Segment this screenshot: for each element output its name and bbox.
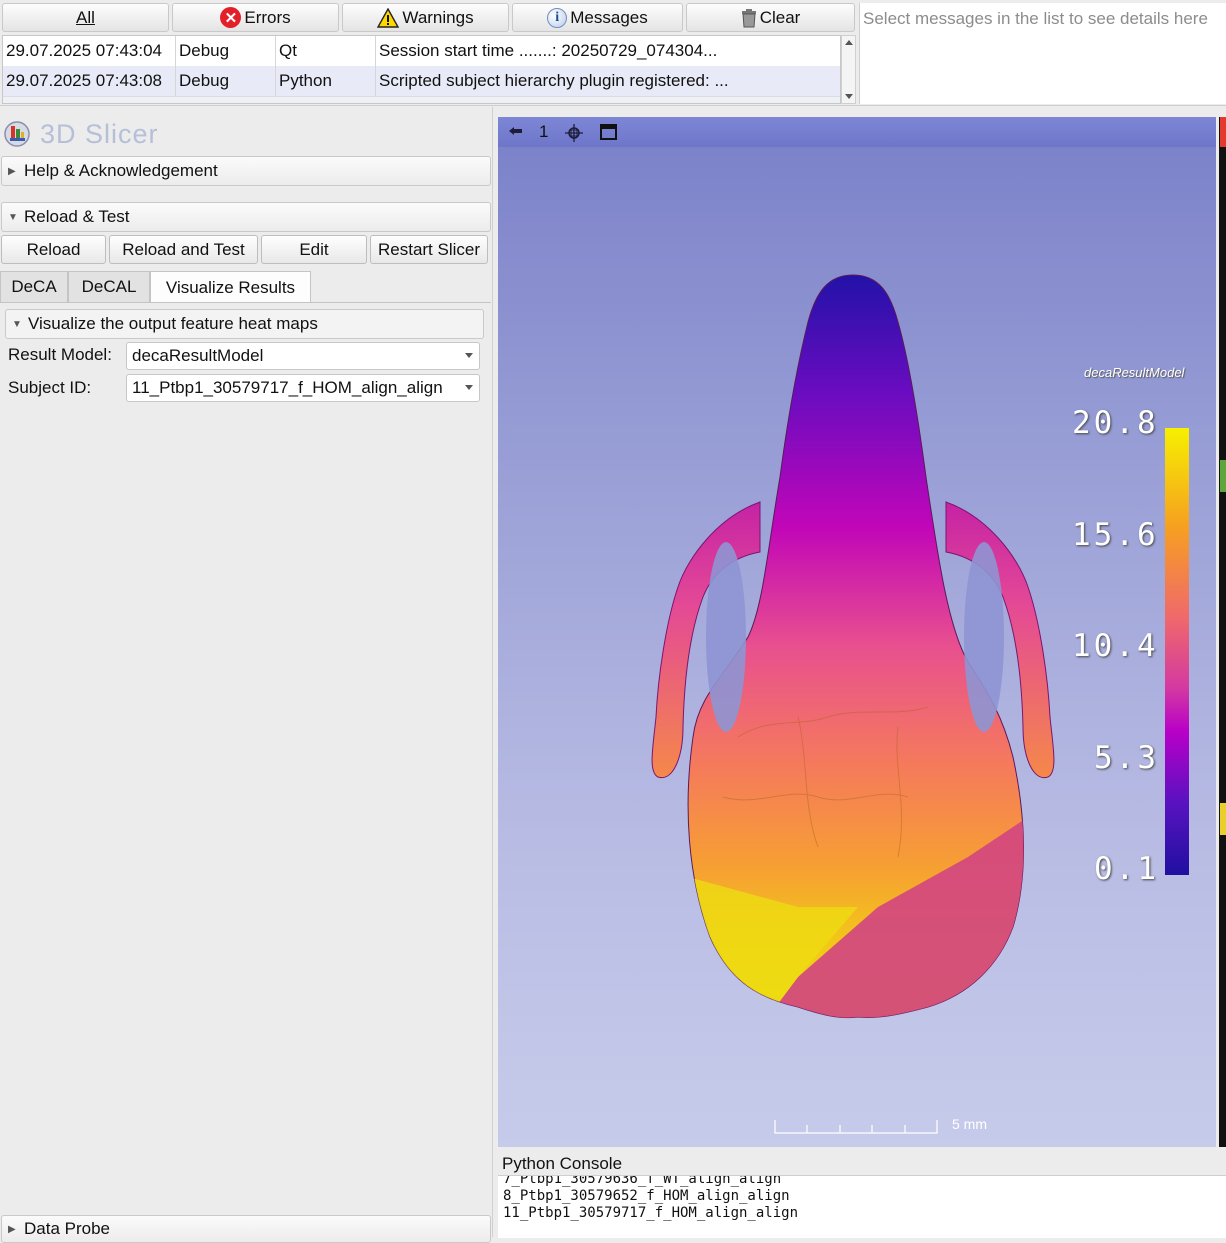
table-row-partial: [3, 96, 840, 103]
visualize-section-title: Visualize the output feature heat maps: [28, 314, 318, 333]
filter-all-button[interactable]: All: [2, 3, 169, 32]
python-console[interactable]: 7_Ptbp1_30579636_f_WT_align_align 8_Ptbp…: [498, 1175, 1226, 1238]
right-orbit: [964, 542, 1004, 732]
filter-warnings-button[interactable]: Warnings: [342, 3, 509, 32]
colorbar-label: 5.3: [1094, 740, 1159, 776]
log-time: 29.07.2025 07:43:04: [3, 36, 176, 66]
result-model-select[interactable]: decaResultModel: [126, 342, 480, 370]
filter-errors-button[interactable]: ✕ Errors: [172, 3, 339, 32]
expand-arrow-icon: ▶: [8, 165, 16, 177]
red-slice-marker: [1220, 117, 1226, 147]
log-message: Session start time .......: 20250729_074…: [379, 41, 718, 60]
colorbar-label: 0.1: [1094, 851, 1159, 887]
filter-messages-label: Messages: [570, 7, 648, 27]
result-model-value: decaResultModel: [132, 346, 264, 365]
green-slice-marker: [1220, 460, 1226, 492]
tab-visualize-results[interactable]: Visualize Results: [150, 271, 311, 303]
app-title: 3D Slicer: [40, 119, 159, 149]
scroll-down-icon[interactable]: [845, 94, 853, 99]
colorbar-title: decaResultModel: [1084, 365, 1185, 380]
reload-and-test-button[interactable]: Reload and Test: [109, 235, 258, 264]
edit-button[interactable]: Edit: [261, 235, 367, 264]
colorbar-label: 20.8: [1072, 405, 1159, 441]
colorbar: [1165, 428, 1189, 875]
python-console-title: Python Console: [502, 1154, 623, 1173]
log-source: Qt: [276, 36, 376, 66]
log-time: 29.07.2025 07:43:08: [3, 66, 176, 96]
log-level: Debug: [176, 36, 276, 66]
info-icon: i: [547, 7, 568, 28]
console-line: 7_Ptbp1_30579636_f_WT_align_align: [503, 1175, 782, 1187]
log-message: Scripted subject hierarchy plugin regist…: [379, 71, 729, 90]
subject-id-select[interactable]: 11_Ptbp1_30579717_f_HOM_align_align: [126, 374, 480, 402]
tab-deca-label: DeCA: [11, 277, 57, 296]
edit-label: Edit: [299, 239, 329, 259]
filter-all-label: All: [76, 7, 95, 27]
reload-label: Reload: [26, 239, 81, 259]
chevron-down-icon: [465, 385, 473, 390]
subject-id-value: 11_Ptbp1_30579717_f_HOM_align_align: [132, 378, 443, 397]
divider: [0, 105, 1226, 106]
tab-decal[interactable]: DeCAL: [68, 271, 150, 302]
scale-label: 5 mm: [952, 1116, 987, 1132]
expand-arrow-icon: ▶: [8, 1223, 16, 1235]
clear-log-label: Clear: [759, 7, 801, 27]
threed-view[interactable]: 1 decaResultModel 20.8 15.6 10.4 5.3 0.1…: [498, 117, 1216, 1147]
subject-id-label: Subject ID:: [8, 378, 92, 397]
details-placeholder: Select messages in the list to see detai…: [863, 9, 1208, 28]
error-icon: ✕: [220, 7, 242, 28]
yellow-slice-marker: [1220, 803, 1226, 835]
log-message-table[interactable]: 29.07.2025 07:43:04 Debug Qt Session sta…: [2, 35, 841, 104]
tab-visualize-label: Visualize Results: [165, 277, 296, 297]
reload-test-section[interactable]: ▼ Reload & Test: [1, 202, 491, 232]
warning-icon: [377, 7, 400, 28]
tab-deca[interactable]: DeCA: [0, 271, 68, 302]
reload-and-test-label: Reload and Test: [122, 239, 245, 259]
restart-label: Restart Slicer: [377, 239, 481, 259]
left-orbit: [706, 542, 746, 732]
tab-decal-label: DeCAL: [81, 277, 137, 296]
colorbar-label: 15.6: [1072, 517, 1159, 553]
message-details-panel[interactable]: Select messages in the list to see detai…: [859, 3, 1226, 104]
log-level: Debug: [176, 66, 276, 96]
slicer-logo: [3, 120, 31, 148]
slicer-logo-icon: [4, 121, 30, 147]
filter-errors-label: Errors: [244, 7, 291, 27]
table-row[interactable]: 29.07.2025 07:43:04 Debug Qt Session sta…: [3, 36, 840, 66]
colorbar-label: 10.4: [1072, 628, 1159, 664]
console-line: 11_Ptbp1_30579717_f_HOM_align_align: [503, 1205, 799, 1221]
tab-content-panel: [0, 302, 491, 1213]
log-source: Python: [276, 66, 376, 96]
chevron-down-icon: [465, 353, 473, 358]
data-probe-section[interactable]: ▶ Data Probe: [1, 1215, 491, 1243]
collapse-arrow-icon: ▼: [12, 318, 22, 330]
data-probe-title: Data Probe: [24, 1219, 110, 1238]
scale-ruler: [774, 1120, 938, 1134]
restart-slicer-button[interactable]: Restart Slicer: [370, 235, 488, 264]
clear-log-button[interactable]: Clear: [686, 3, 855, 32]
help-acknowledgement-section[interactable]: ▶ Help & Acknowledgement: [1, 156, 491, 186]
help-section-title: Help & Acknowledgement: [24, 161, 218, 180]
log-scrollbar[interactable]: [841, 35, 856, 104]
console-line: 8_Ptbp1_30579652_f_HOM_align_align: [503, 1188, 790, 1204]
trash-icon: [741, 8, 756, 27]
visualize-heatmaps-section[interactable]: ▼ Visualize the output feature heat maps: [5, 309, 484, 339]
table-row[interactable]: 29.07.2025 07:43:08 Debug Python Scripte…: [3, 66, 840, 96]
filter-warnings-label: Warnings: [402, 7, 474, 27]
result-model-label: Result Model:: [8, 345, 112, 364]
reload-button[interactable]: Reload: [1, 235, 106, 264]
scroll-up-icon[interactable]: [845, 40, 853, 45]
filter-messages-button[interactable]: i Messages: [512, 3, 683, 32]
right-view-edge: [1219, 117, 1226, 1147]
reload-section-title: Reload & Test: [24, 207, 130, 226]
collapse-arrow-icon: ▼: [8, 211, 18, 223]
